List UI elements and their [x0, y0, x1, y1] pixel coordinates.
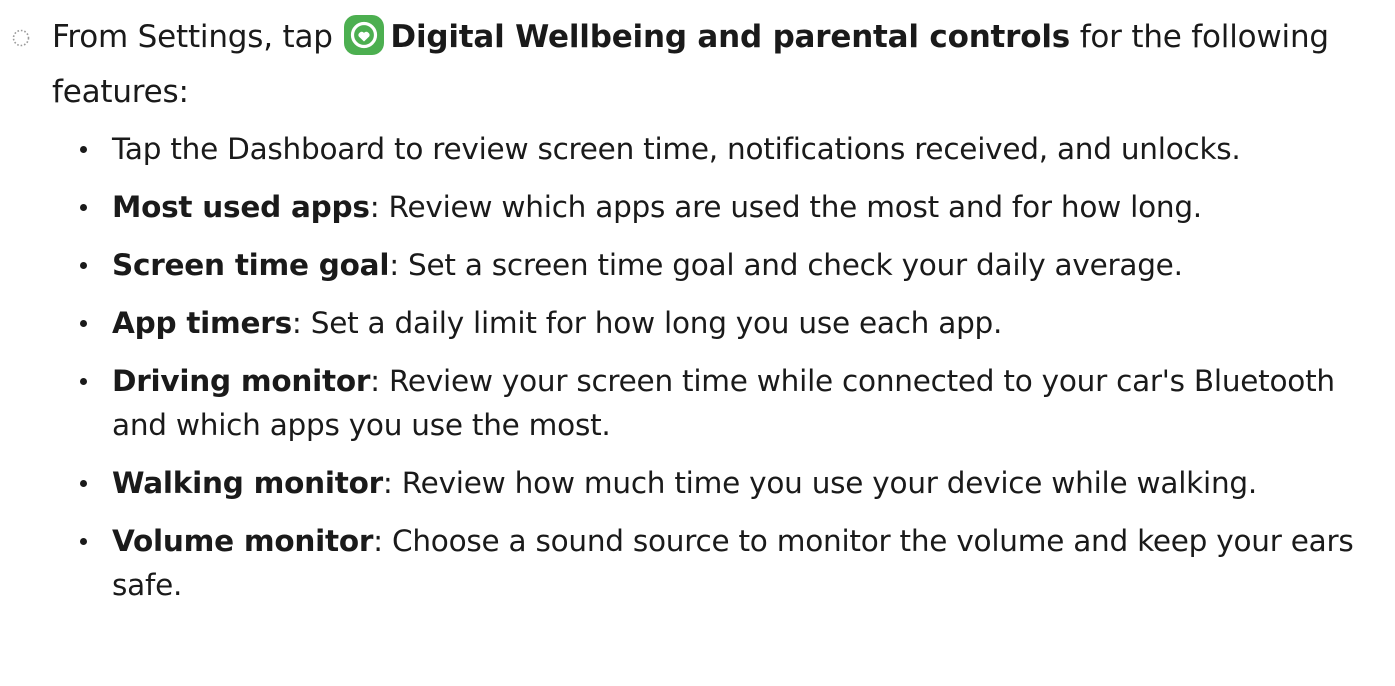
feature-term: App timers: [112, 306, 292, 340]
feature-description: Review how much time you use your device…: [392, 466, 1258, 500]
feature-term: Most used apps: [112, 190, 370, 224]
bullet-dot: [80, 538, 87, 545]
feature-item-app-timers: App timers: Set a daily limit for how lo…: [76, 301, 1392, 345]
feature-separator: :: [373, 524, 383, 558]
feature-item-most-used-apps: Most used apps: Review which apps are us…: [76, 185, 1392, 229]
bullet-dot: [80, 378, 87, 385]
feature-item-walking-monitor: Walking monitor: Review how much time yo…: [76, 461, 1392, 505]
intro-lead-text: From Settings, tap: [52, 19, 343, 55]
intro-paragraph: From Settings, tap Digital Wellbeing and…: [52, 10, 1392, 120]
feature-separator: :: [370, 364, 380, 398]
step-circle-icon: [12, 29, 30, 47]
feature-description: Set a screen time goal and check your da…: [398, 248, 1183, 282]
bullet-dot: [80, 262, 87, 269]
feature-separator: :: [291, 306, 302, 340]
feature-separator: :: [389, 248, 399, 282]
feature-list: Tap the Dashboard to review screen time,…: [76, 127, 1392, 621]
feature-separator: :: [369, 190, 380, 224]
feature-item-dashboard: Tap the Dashboard to review screen time,…: [76, 127, 1392, 171]
feature-term: Driving monitor: [112, 364, 371, 398]
bullet-dot: [80, 320, 87, 327]
feature-term: Walking monitor: [112, 466, 383, 500]
digital-wellbeing-menu-label: Digital Wellbeing and parental controls: [390, 19, 1071, 55]
digital-wellbeing-icon: [344, 15, 385, 55]
feature-term: Volume monitor: [112, 524, 374, 558]
bullet-dot: [80, 204, 87, 211]
feature-description: Tap the Dashboard to review screen time,…: [112, 132, 1241, 166]
feature-description: Review which apps are used the most and …: [379, 190, 1203, 224]
feature-term: Screen time goal: [112, 248, 390, 282]
bullet-dot: [80, 146, 87, 153]
bullet-dot: [80, 480, 87, 487]
feature-description: Set a daily limit for how long you use e…: [301, 306, 1003, 340]
feature-item-screen-time-goal: Screen time goal: Set a screen time goal…: [76, 243, 1392, 287]
feature-item-volume-monitor: Volume monitor: Choose a sound source to…: [76, 519, 1392, 607]
feature-separator: :: [382, 466, 393, 500]
instruction-document: From Settings, tap Digital Wellbeing and…: [0, 0, 1395, 686]
feature-item-driving-monitor: Driving monitor: Review your screen time…: [76, 359, 1392, 447]
